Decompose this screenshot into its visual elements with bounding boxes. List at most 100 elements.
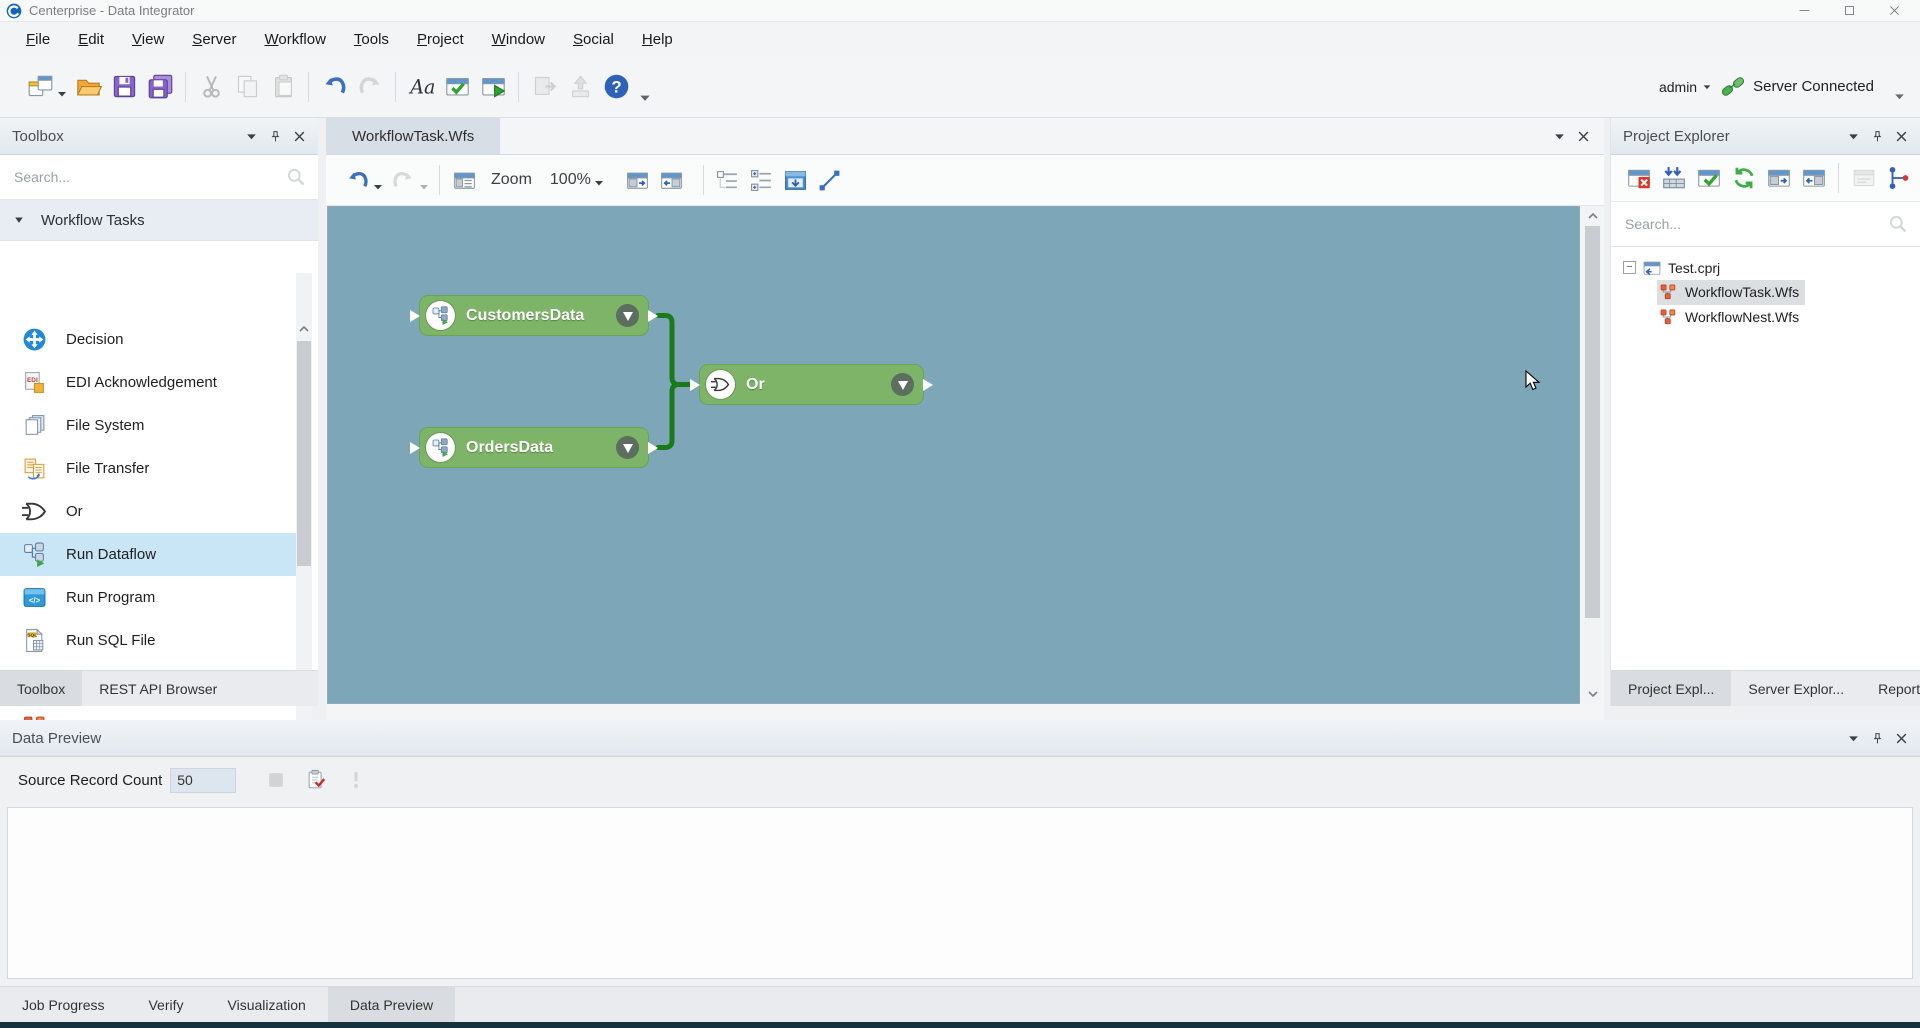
paste-button[interactable]: [265, 69, 301, 105]
connector-customersdata-to-or[interactable]: [658, 316, 690, 385]
outline-view-button[interactable]: [711, 163, 745, 197]
connector-ordersdata-to-or[interactable]: [658, 385, 690, 448]
menu-edit[interactable]: Edit: [66, 26, 116, 53]
toolbox-item-file-transfer[interactable]: File Transfer: [0, 447, 296, 490]
expand-view-button[interactable]: [1761, 161, 1796, 196]
workflow-node-or[interactable]: Or: [699, 364, 924, 405]
refresh-button[interactable]: [1726, 161, 1761, 196]
project-close-icon[interactable]: [1895, 130, 1908, 143]
preview-output-button[interactable]: [300, 764, 332, 796]
bottom-tab-verify[interactable]: Verify: [126, 987, 205, 1022]
workflow-node-customersdata[interactable]: CustomersData: [419, 295, 649, 336]
menu-view[interactable]: View: [120, 26, 176, 53]
toolbox-group-header[interactable]: Workflow Tasks: [0, 200, 318, 241]
menu-project[interactable]: Project: [405, 26, 476, 53]
export-button[interactable]: [526, 69, 562, 105]
undo-button[interactable]: [340, 163, 374, 197]
minimize-button[interactable]: [1797, 3, 1812, 18]
toolbox-tab-rest-api-browser[interactable]: REST API Browser: [82, 671, 234, 706]
collapse-all-button[interactable]: [655, 163, 689, 197]
toolbox-pin-icon[interactable]: [269, 130, 282, 143]
stop-button[interactable]: [260, 764, 292, 796]
maximize-button[interactable]: [1842, 3, 1857, 18]
undo-button[interactable]: [316, 69, 352, 105]
redo-button[interactable]: [352, 69, 388, 105]
toolbox-search-input[interactable]: [12, 168, 286, 186]
redo-button[interactable]: [386, 163, 420, 197]
menu-server[interactable]: Server: [180, 26, 248, 53]
node-dropdown-icon[interactable]: [616, 304, 639, 327]
toolbar-right-overflow-icon[interactable]: [1893, 90, 1906, 103]
cut-button[interactable]: [193, 69, 229, 105]
help-button[interactable]: ?: [598, 69, 634, 105]
redo-dropdown-icon[interactable]: [418, 181, 430, 193]
font-options-button[interactable]: Aa: [403, 69, 439, 105]
doc-tab-close-icon[interactable]: [1577, 130, 1590, 143]
toolbox-item-or[interactable]: Or: [0, 490, 296, 533]
data-preview-dropdown-icon[interactable]: [1847, 732, 1860, 745]
tree-item-workflownest-wfs[interactable]: WorkflowNest.Wfs: [1611, 305, 1920, 330]
project-tab-server-explor-[interactable]: Server Explor...: [1731, 671, 1861, 706]
deploy-button[interactable]: [562, 69, 598, 105]
project-dropdown-icon[interactable]: [1847, 130, 1860, 143]
toolbox-item-file-system[interactable]: File System: [0, 404, 296, 447]
diagnostics-button[interactable]: [340, 764, 372, 796]
copy-button[interactable]: [229, 69, 265, 105]
node-dropdown-icon[interactable]: [891, 373, 914, 396]
menu-workflow[interactable]: Workflow: [253, 26, 338, 53]
user-menu[interactable]: admin: [1659, 79, 1712, 95]
grid-view-button[interactable]: [779, 163, 813, 197]
open-button[interactable]: [70, 69, 106, 105]
start-button[interactable]: [475, 69, 511, 105]
toolbox-item-run-dataflow[interactable]: Run Dataflow: [0, 533, 296, 576]
tree-expander-icon[interactable]: −: [1623, 261, 1636, 274]
expand-all-button[interactable]: [621, 163, 655, 197]
new-dropdown-icon[interactable]: [56, 88, 68, 100]
list-view-button[interactable]: [745, 163, 779, 197]
deploy-config-button[interactable]: [1846, 161, 1881, 196]
tree-item-workflowtask-wfs[interactable]: WorkflowTask.Wfs: [1611, 280, 1920, 305]
toolbox-close-icon[interactable]: [293, 130, 306, 143]
new-button[interactable]: [22, 69, 58, 105]
document-tab[interactable]: WorkflowTask.Wfs: [326, 118, 500, 154]
toolbox-item-decision[interactable]: Decision: [0, 318, 296, 361]
data-preview-pin-icon[interactable]: [1871, 732, 1884, 745]
toolbox-item-edi-acknowledgement[interactable]: EDIEDI Acknowledgement: [0, 361, 296, 404]
verify-project-button[interactable]: [1691, 161, 1726, 196]
project-pin-icon[interactable]: [1871, 130, 1884, 143]
collapse-view-button[interactable]: [1796, 161, 1831, 196]
close-button[interactable]: [1887, 3, 1902, 18]
toolbox-item-run-program[interactable]: </>Run Program: [0, 576, 296, 619]
zoom-dropdown-icon[interactable]: [593, 177, 605, 189]
menu-file[interactable]: File: [14, 26, 62, 53]
menu-tools[interactable]: Tools: [342, 26, 401, 53]
save-button[interactable]: [106, 69, 142, 105]
project-search-input[interactable]: [1623, 215, 1888, 233]
menu-help[interactable]: Help: [630, 26, 685, 53]
canvas-scrollbar[interactable]: [1584, 206, 1601, 704]
toolbar-overflow-icon[interactable]: [638, 91, 652, 105]
tree-root-row[interactable]: − Test.cprj: [1611, 255, 1920, 280]
save-all-button[interactable]: [142, 69, 178, 105]
verify-button[interactable]: [439, 69, 475, 105]
bottom-tab-visualization[interactable]: Visualization: [206, 987, 328, 1022]
toolbox-dropdown-icon[interactable]: [245, 130, 258, 143]
record-count-input[interactable]: [170, 768, 236, 793]
toolbox-item-run-sql-file[interactable]: SQLRun SQL File: [0, 619, 296, 662]
close-project-button[interactable]: [1621, 161, 1656, 196]
data-preview-close-icon[interactable]: [1895, 732, 1908, 745]
dependencies-button[interactable]: [1881, 161, 1916, 196]
menu-window[interactable]: Window: [480, 26, 557, 53]
workflow-node-ordersdata[interactable]: OrdersData: [419, 427, 649, 468]
toolbox-tab-toolbox[interactable]: Toolbox: [0, 671, 82, 706]
get-latest-button[interactable]: [1656, 161, 1691, 196]
bottom-tab-job-progress[interactable]: Job Progress: [0, 987, 126, 1022]
zoom-value[interactable]: 100%: [550, 171, 591, 189]
draw-link-button[interactable]: [813, 163, 847, 197]
project-tab-project-expl-[interactable]: Project Expl...: [1611, 671, 1731, 706]
project-tab-report-prop-[interactable]: Report Prop...: [1861, 671, 1920, 706]
preview-layout-button[interactable]: [447, 163, 481, 197]
node-dropdown-icon[interactable]: [616, 436, 639, 459]
menu-social[interactable]: Social: [561, 26, 626, 53]
bottom-tab-data-preview[interactable]: Data Preview: [328, 987, 455, 1022]
